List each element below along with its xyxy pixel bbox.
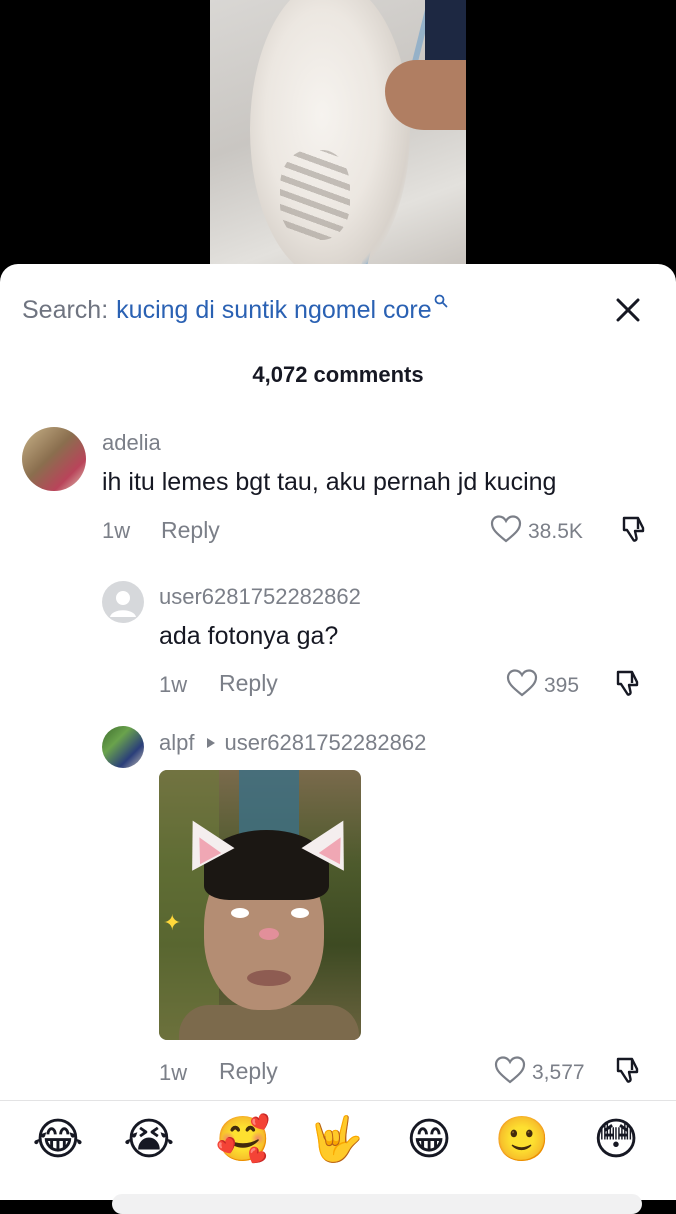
comment-input[interactable] <box>112 1194 642 1214</box>
comment-photo[interactable]: ✦ <box>159 770 361 1040</box>
comment-age: 1w <box>159 672 188 697</box>
emoji-love-you-gesture-button[interactable]: 🤟 <box>306 1110 366 1170</box>
emoji-flushed-button[interactable]: 😳 <box>586 1110 646 1170</box>
emoji-hearts-button[interactable]: 🥰 <box>213 1110 273 1170</box>
close-icon[interactable] <box>608 290 648 330</box>
comments-count: 4,072 comments <box>252 362 424 387</box>
video-frame <box>210 0 466 300</box>
reply-button[interactable]: Reply <box>219 670 278 697</box>
like-count: 3,577 <box>532 1060 585 1084</box>
comment-age: 1w <box>102 518 131 543</box>
heart-icon <box>490 514 522 549</box>
avatar[interactable] <box>22 427 86 491</box>
divider <box>0 1100 676 1101</box>
photo-mouth <box>247 970 291 986</box>
dislike-icon[interactable] <box>618 514 648 544</box>
comment-username[interactable]: alpf user6281752282862 <box>159 730 426 756</box>
reply-button[interactable]: Reply <box>219 1058 278 1085</box>
comment-text: ada fotonya ga? <box>159 622 339 650</box>
like-button[interactable]: 38.5K <box>490 514 583 549</box>
reply-arrow-icon <box>206 737 216 749</box>
emoji-bar: 😂 😭 🥰 🤟 😁 🙂 😳 <box>0 1110 676 1180</box>
reply-target-username[interactable]: user6281752282862 <box>224 730 426 756</box>
cat-nose-filter <box>259 928 279 940</box>
sparkle-icon: ✦ <box>163 910 182 935</box>
video-hand <box>385 60 466 130</box>
video-player[interactable] <box>0 0 676 300</box>
search-suggestion[interactable]: Search: kucing di suntik ngomel core <box>22 290 448 330</box>
reply-button[interactable]: Reply <box>161 517 220 544</box>
search-icon[interactable] <box>434 294 448 311</box>
search-prefix: Search: <box>22 295 109 324</box>
comment-age: 1w <box>159 1060 188 1085</box>
avatar[interactable] <box>102 726 144 768</box>
emoji-grin-button[interactable]: 😁 <box>399 1110 459 1170</box>
comment-username[interactable]: adelia <box>102 430 161 456</box>
photo-shirt <box>179 1005 359 1040</box>
photo-eye <box>291 908 309 918</box>
like-count: 395 <box>544 673 580 697</box>
emoji-smile-button[interactable]: 🙂 <box>492 1110 552 1170</box>
dislike-icon[interactable] <box>612 1055 642 1085</box>
emoji-tears-of-joy-button[interactable]: 😂 <box>28 1110 88 1170</box>
heart-icon <box>506 668 538 703</box>
avatar[interactable] <box>102 581 144 623</box>
search-query-link[interactable]: kucing di suntik ngomel core <box>116 296 431 325</box>
comment-text: ih itu lemes bgt tau, aku pernah jd kuci… <box>102 468 557 496</box>
like-button[interactable]: 395 <box>506 668 579 703</box>
heart-icon <box>494 1055 526 1090</box>
comment-username[interactable]: user6281752282862 <box>159 584 361 610</box>
photo-eye <box>231 908 249 918</box>
like-count: 38.5K <box>528 519 583 543</box>
reply-author[interactable]: alpf <box>159 730 194 756</box>
emoji-crying-button[interactable]: 😭 <box>119 1110 179 1170</box>
like-button[interactable]: 3,577 <box>494 1055 585 1090</box>
dislike-icon[interactable] <box>612 668 642 698</box>
video-cat-stripes <box>280 150 350 240</box>
